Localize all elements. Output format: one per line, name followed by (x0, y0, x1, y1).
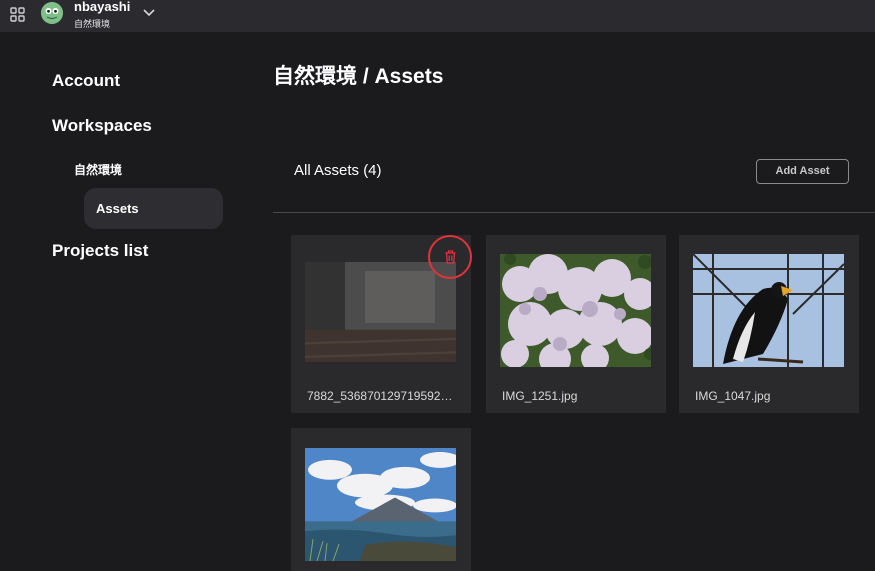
chevron-down-icon[interactable] (143, 8, 155, 18)
delete-asset-button[interactable] (428, 235, 472, 279)
grid-icon[interactable] (10, 7, 25, 22)
organization-name: 自然環境 (74, 19, 111, 29)
add-asset-button[interactable]: Add Asset (756, 159, 849, 184)
trash-icon (445, 250, 456, 264)
divider (273, 212, 875, 213)
top-bar: nbayashi 自然環境 (0, 0, 875, 32)
asset-name: IMG_1047.jpg (695, 389, 771, 403)
user-name[interactable]: nbayashi (74, 0, 130, 14)
page-title: 自然環境 / Assets (273, 65, 444, 88)
asset-name: 7882_536870129719592… (307, 389, 453, 403)
asset-card[interactable]: IMG_1047.jpg (679, 235, 859, 413)
avatar[interactable] (41, 2, 63, 24)
sidebar-item-workspaces[interactable]: Workspaces (52, 116, 152, 136)
sidebar-item-assets[interactable]: Assets (84, 188, 223, 229)
sidebar-item-projects[interactable]: Projects list (52, 241, 148, 261)
asset-thumbnail (500, 254, 651, 367)
sidebar-item-workspace[interactable]: 自然環境 (74, 161, 122, 178)
sidebar-item-label: Assets (96, 201, 139, 216)
asset-name: IMG_1251.jpg (502, 389, 578, 403)
asset-card[interactable] (291, 428, 471, 571)
asset-card[interactable]: IMG_1251.jpg (486, 235, 666, 413)
sidebar-item-account[interactable]: Account (52, 71, 120, 91)
asset-thumbnail (305, 448, 456, 562)
asset-thumbnail (305, 262, 456, 362)
section-title: All Assets (4) (294, 162, 382, 179)
asset-thumbnail (693, 254, 844, 367)
